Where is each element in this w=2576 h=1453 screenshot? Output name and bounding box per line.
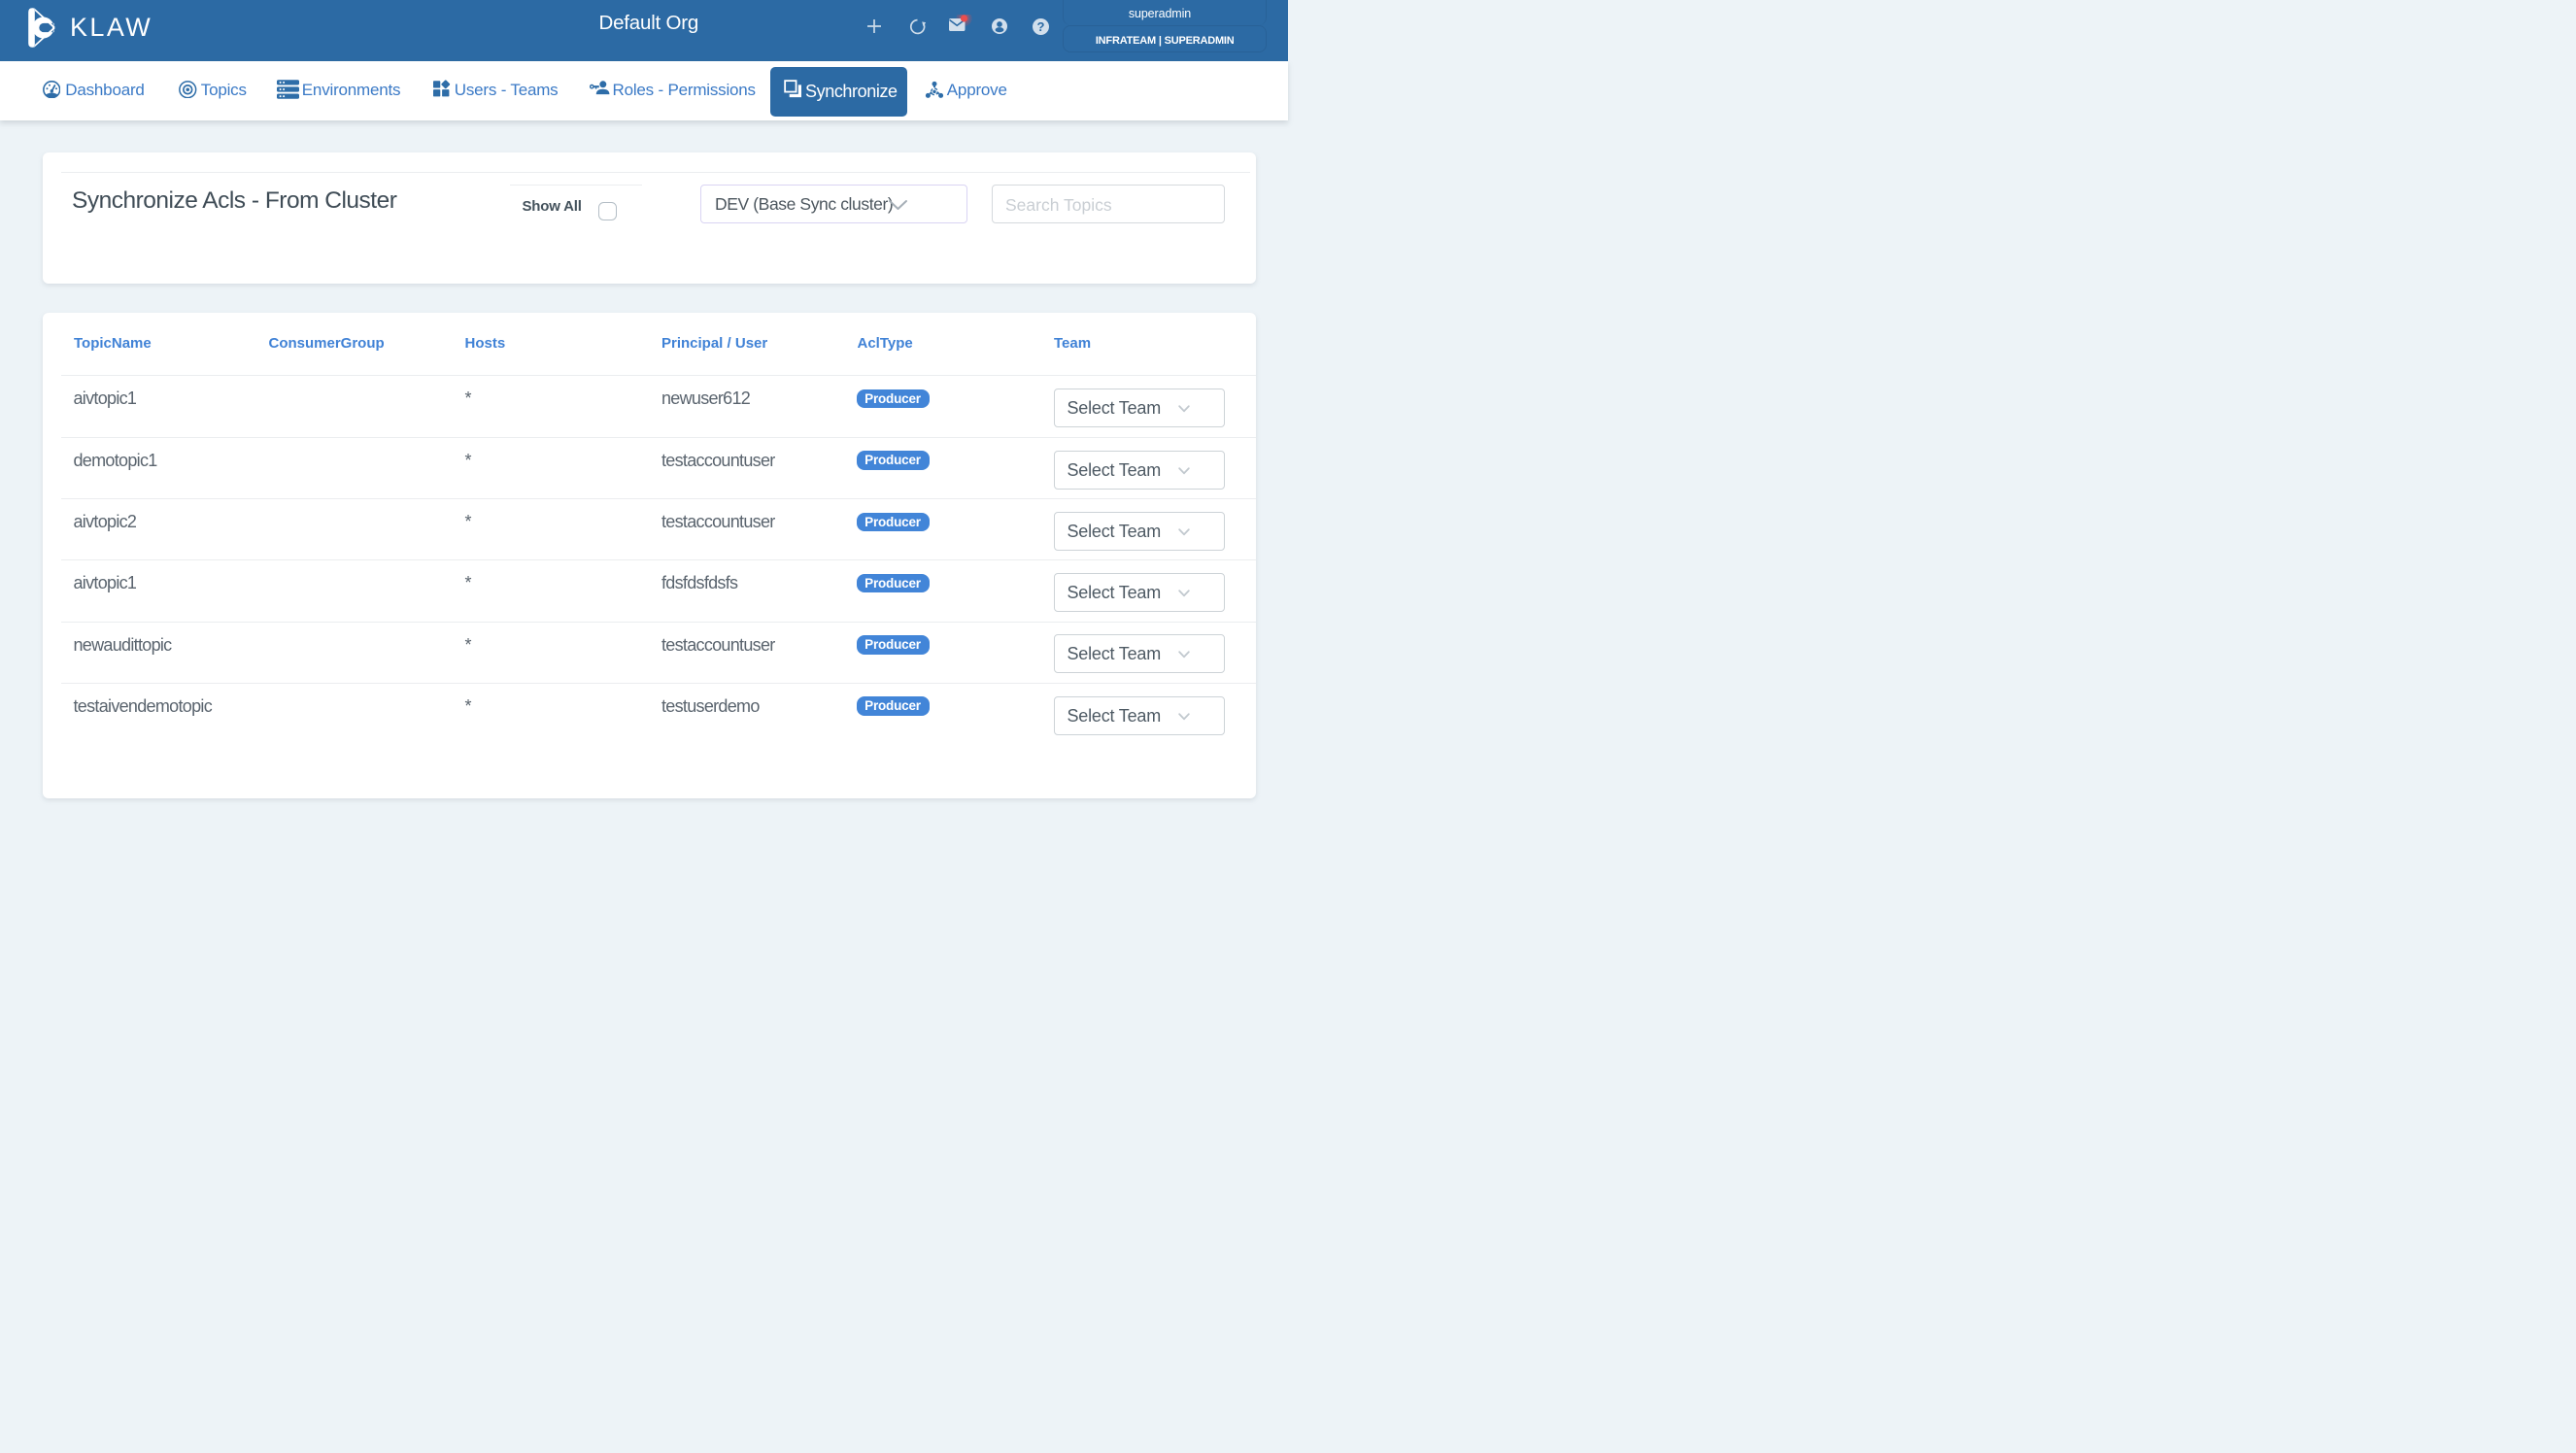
svg-text:?: ?	[1037, 18, 1045, 33]
